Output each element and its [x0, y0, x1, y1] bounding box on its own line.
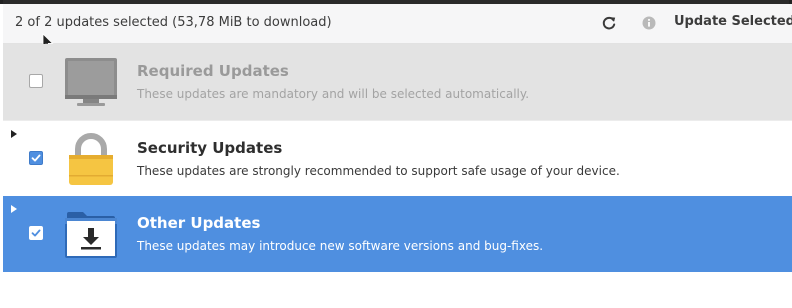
padlock-icon [69, 133, 113, 185]
checkbox-security[interactable] [29, 151, 43, 165]
toolbar: 2 of 2 updates selected (53,78 MiB to do… [3, 4, 792, 44]
category-row-other[interactable]: Other Updates These updates may introduc… [3, 196, 792, 272]
refresh-button[interactable] [599, 13, 619, 33]
download-folder-icon [65, 212, 117, 258]
update-selected-button[interactable]: Update Selected [674, 14, 792, 29]
selection-summary: 2 of 2 updates selected (53,78 MiB to do… [15, 15, 332, 30]
category-title: Required Updates [137, 62, 289, 80]
info-icon [642, 16, 656, 30]
expander-arrow-icon[interactable] [11, 129, 19, 139]
computer-monitor-icon [65, 58, 117, 106]
checkmark-icon [31, 229, 41, 237]
category-description: These updates may introduce new software… [137, 239, 544, 253]
category-description: These updates are mandatory and will be … [137, 87, 530, 101]
expander-arrow-icon[interactable] [11, 204, 19, 214]
checkbox-other[interactable] [29, 226, 43, 240]
info-button[interactable] [639, 13, 659, 33]
checkbox-required[interactable] [29, 74, 43, 88]
category-title: Security Updates [137, 139, 283, 157]
category-description: These updates are strongly recommended t… [137, 164, 620, 178]
refresh-icon [602, 16, 616, 30]
category-row-security[interactable]: Security Updates These updates are stron… [3, 120, 792, 196]
category-title: Other Updates [137, 214, 261, 232]
category-row-required[interactable]: Required Updates These updates are manda… [3, 44, 792, 120]
checkmark-icon [31, 154, 41, 162]
